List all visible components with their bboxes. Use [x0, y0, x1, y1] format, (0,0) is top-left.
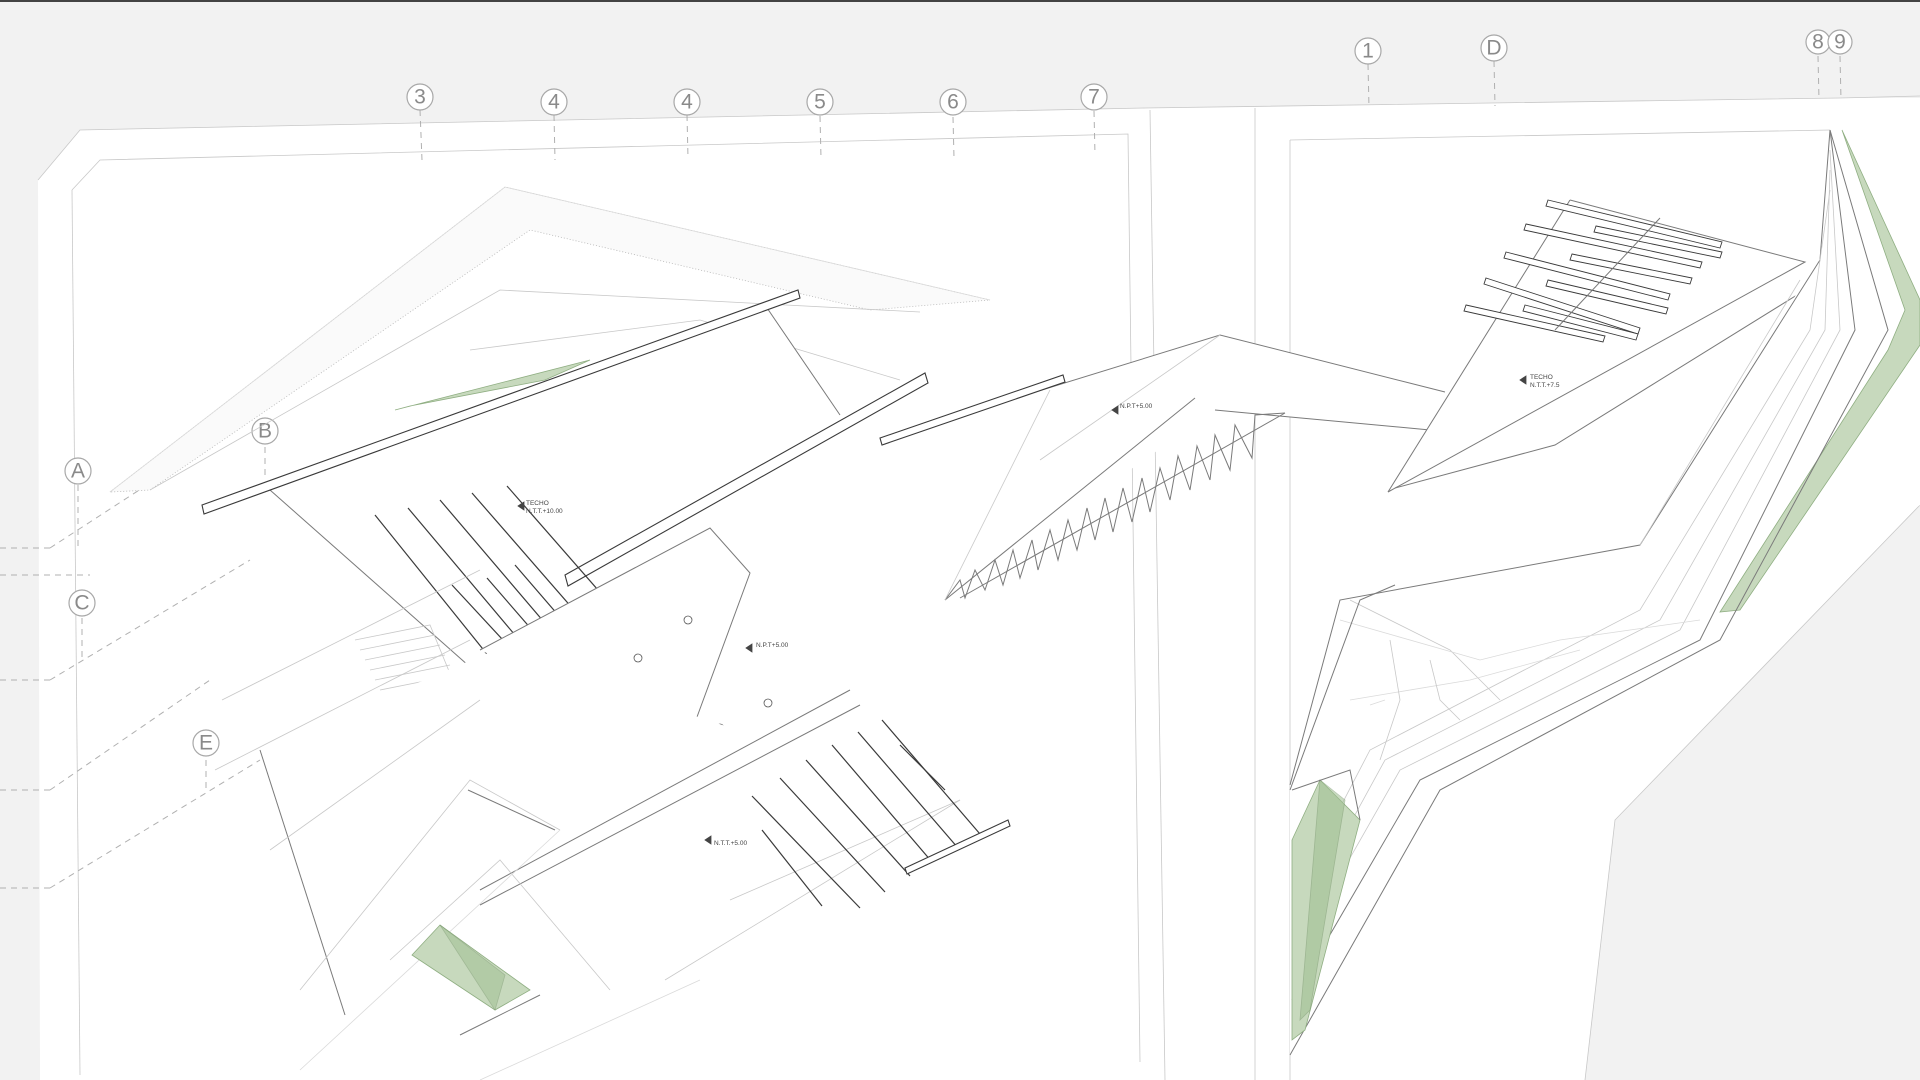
svg-text:E: E: [199, 732, 213, 755]
svg-text:B: B: [258, 420, 272, 443]
svg-text:C: C: [74, 592, 89, 615]
svg-text:D: D: [1486, 37, 1501, 60]
grid-bubble-1: 1: [1354, 37, 1382, 65]
grid-bubble-D: D: [1480, 34, 1508, 62]
grid-bubble-B: B: [251, 417, 279, 445]
svg-text:4: 4: [548, 91, 560, 114]
svg-text:5: 5: [814, 91, 826, 114]
grid-bubble-6: 6: [939, 88, 967, 116]
svg-text:8: 8: [1812, 31, 1824, 54]
svg-text:N.T.T.+10.00: N.T.T.+10.00: [526, 508, 563, 515]
grid-bubble-4b: 4: [673, 88, 701, 116]
svg-text:1: 1: [1362, 40, 1374, 63]
svg-text:3: 3: [414, 86, 426, 109]
grid-bubble-3: 3: [406, 83, 434, 111]
grid-bubble-7: 7: [1080, 83, 1108, 111]
grid-bubble-4a: 4: [540, 88, 568, 116]
svg-text:N.P.T+5.00: N.P.T+5.00: [756, 642, 789, 649]
svg-text:6: 6: [947, 91, 959, 114]
grid-bubble-E: E: [192, 729, 220, 757]
svg-text:N.P.T+5.00: N.P.T+5.00: [1120, 403, 1153, 410]
svg-text:7: 7: [1088, 86, 1100, 109]
svg-text:9: 9: [1834, 31, 1846, 54]
svg-text:N.T.T.+5.00: N.T.T.+5.00: [714, 840, 747, 847]
grid-bubble-9: 9: [1827, 29, 1853, 55]
grid-bubble-C: C: [68, 589, 96, 617]
svg-text:4: 4: [681, 91, 693, 114]
svg-text:A: A: [71, 460, 85, 483]
grid-bubble-A: A: [64, 457, 92, 485]
grid-bubble-8: 8: [1805, 29, 1831, 55]
svg-text:TECHO: TECHO: [1530, 374, 1553, 381]
grid-bubble-5: 5: [806, 88, 834, 116]
architectural-roof-plan: 3 4 4 5 6 7 1 D 8 9 A B C E TECHO N.T.T.…: [0, 0, 1920, 1080]
svg-text:TECHO: TECHO: [526, 500, 549, 507]
svg-text:N.T.T.+7.5: N.T.T.+7.5: [1530, 382, 1560, 389]
